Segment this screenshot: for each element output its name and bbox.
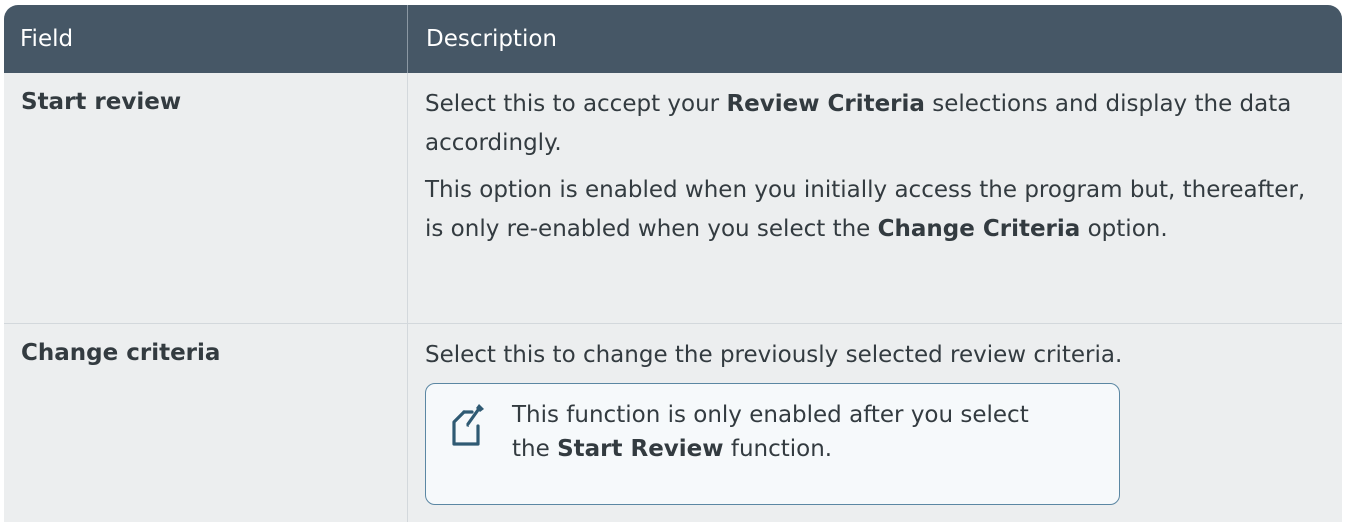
description-start-review: Select this to accept your Review Criter… [408,73,1342,323]
text: the [512,436,558,462]
description-change-criteria: Select this to change the previously sel… [408,324,1342,522]
text: function. [723,436,833,462]
note-line: the Start Review function. [512,432,1029,466]
field-start-review: Start review [4,73,408,323]
note-line: This function is only enabled after you … [512,402,1029,428]
note-text: This function is only enabled after you … [512,398,1029,466]
text: This option is enabled when you initiall… [425,177,1306,242]
field-change-criteria: Change criteria [4,324,408,522]
field-description-table: Field Description Start review Select th… [4,5,1342,522]
text: Select this to accept your [425,91,727,117]
note-box: This function is only enabled after you … [425,383,1120,505]
bold-text: Review Criteria [726,91,925,117]
text: option. [1080,216,1168,242]
table-row: Change criteria Select this to change th… [4,324,1342,522]
header-field: Field [4,5,408,73]
note-edit-icon [452,404,484,446]
table-row: Start review Select this to accept your … [4,73,1342,324]
description-paragraph: This option is enabled when you initiall… [425,171,1320,249]
table-header: Field Description [4,5,1342,73]
description-paragraph: Select this to change the previously sel… [425,342,1123,368]
header-description: Description [426,26,557,52]
bold-text: Start Review [557,436,724,462]
bold-text: Change Criteria [877,216,1081,242]
description-paragraph: Select this to accept your Review Criter… [425,85,1320,163]
